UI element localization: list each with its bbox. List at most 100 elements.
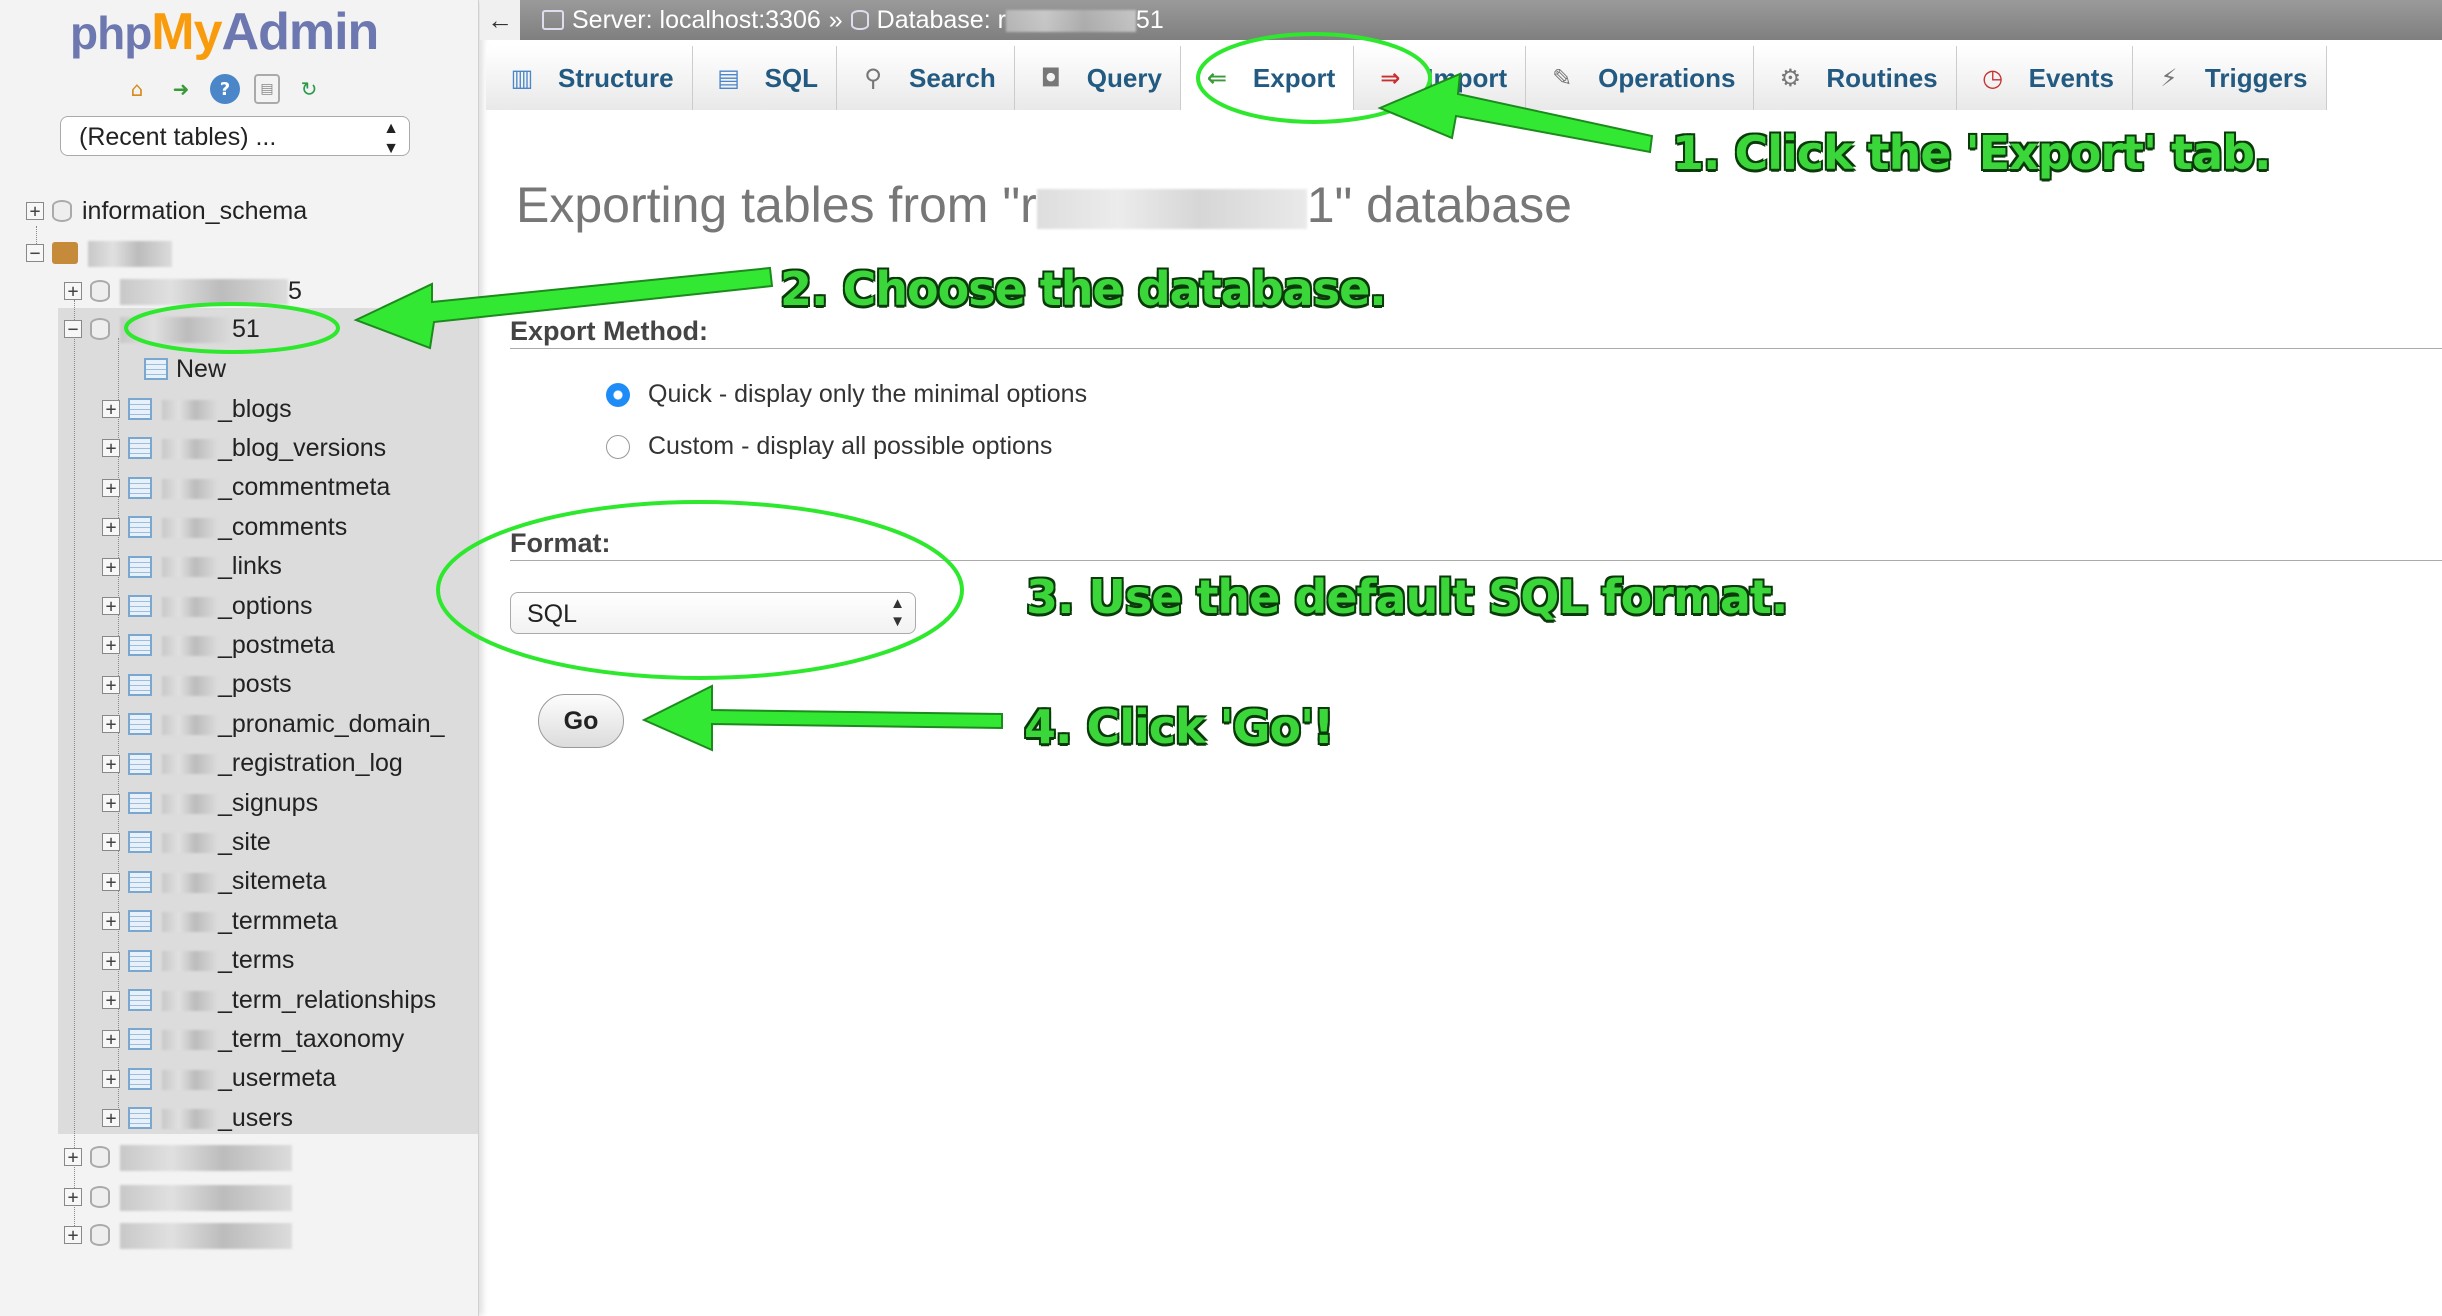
expand-icon[interactable]: + <box>102 951 120 970</box>
expand-icon[interactable]: + <box>64 1188 82 1207</box>
tree-item-table[interactable]: + _term_relationships <box>102 983 436 1017</box>
tree-item-table[interactable]: + _blogs <box>102 392 292 426</box>
tree-item-database[interactable]: + <box>64 1180 292 1214</box>
table-name: _signups <box>218 788 319 817</box>
tab-sql[interactable]: ▤ SQL <box>692 46 838 110</box>
tree-item-table[interactable]: + _postmeta <box>102 628 335 662</box>
expand-icon[interactable]: + <box>102 1069 120 1088</box>
tree-item-table[interactable]: + _signups <box>102 786 318 820</box>
redacted-text <box>1036 188 1307 229</box>
expand-icon[interactable]: + <box>102 597 120 616</box>
expand-icon[interactable]: + <box>102 912 120 931</box>
redacted-text <box>162 833 218 854</box>
expand-icon[interactable]: + <box>64 282 82 301</box>
tree-item-table[interactable]: + _sitemeta <box>102 865 326 899</box>
documentation-icon[interactable]: ▤ <box>254 74 280 104</box>
table-icon <box>128 792 152 814</box>
tab-query[interactable]: ◘ Query <box>1014 46 1181 110</box>
table-icon <box>128 910 152 933</box>
tab-import[interactable]: ⇒ Import <box>1354 46 1527 110</box>
expand-icon[interactable]: + <box>102 1109 120 1128</box>
redacted-text <box>162 912 218 933</box>
expand-icon[interactable]: + <box>102 439 120 458</box>
tab-label: Import <box>1426 62 1508 93</box>
tab-structure[interactable]: ▥ Structure <box>486 46 693 110</box>
tree-item-table[interactable]: + _termmeta <box>102 904 337 938</box>
help-icon[interactable]: ? <box>210 74 240 104</box>
breadcrumb-database[interactable]: Database: r 51 <box>877 0 1164 40</box>
tree-item-table[interactable]: + _site <box>102 825 271 859</box>
table-icon <box>128 673 152 696</box>
expand-icon[interactable]: + <box>26 202 44 221</box>
tree-item-new-table[interactable]: New <box>140 352 226 386</box>
expand-icon[interactable]: + <box>102 478 120 497</box>
expand-icon[interactable]: + <box>64 1226 82 1245</box>
tree-item-database[interactable]: + 5 <box>64 274 302 308</box>
expand-icon[interactable]: + <box>102 991 120 1010</box>
tab-triggers[interactable]: ⚡ Triggers <box>2132 46 2327 110</box>
table-icon <box>128 752 152 775</box>
redacted-text <box>1005 10 1136 33</box>
tree-item-information-schema[interactable]: + information_schema <box>26 194 307 228</box>
expand-icon[interactable]: + <box>102 1030 120 1049</box>
recent-tables-select[interactable]: (Recent tables) ... ▲ ▼ <box>60 116 410 157</box>
custom-radio[interactable] <box>606 434 630 459</box>
phpmyadmin-logo[interactable]: phpMyAdmin <box>70 2 379 62</box>
expand-icon[interactable]: + <box>102 400 120 419</box>
expand-icon[interactable]: + <box>102 636 120 655</box>
expand-icon[interactable]: + <box>64 1148 82 1167</box>
collapse-navigation-button[interactable]: ← <box>480 0 520 40</box>
tree-item-table[interactable]: + _pronamic_domain_ <box>102 707 445 741</box>
tree-item-table[interactable]: + _options <box>102 589 313 623</box>
tree-item-table[interactable]: + _posts <box>102 668 292 702</box>
tab-routines[interactable]: ⚙ Routines <box>1754 46 1957 110</box>
export-icon: ⇐ <box>1206 64 1227 92</box>
expand-icon[interactable]: + <box>102 715 120 734</box>
tree-item-table[interactable]: + _users <box>102 1101 293 1135</box>
tree-item-table[interactable]: + _commentmeta <box>102 471 390 505</box>
redacted-text <box>120 1184 292 1211</box>
tree-item-table[interactable]: + _blog_versions <box>102 431 386 465</box>
tree-item-database[interactable]: + <box>64 1140 292 1174</box>
tree-item-database[interactable]: + <box>64 1218 292 1252</box>
database-icon <box>52 200 72 222</box>
tab-bar: ▥ Structure ▤ SQL ⚲ Search ◘ Query ⇐ Export ⇒ Impor… <box>486 46 2327 110</box>
tab-label: Query <box>1086 62 1162 93</box>
collapse-icon[interactable]: − <box>26 244 44 263</box>
logout-icon[interactable]: ➜ <box>166 74 196 104</box>
tree-item-table[interactable]: + _usermeta <box>102 1062 336 1096</box>
quick-radio[interactable] <box>606 382 630 407</box>
expand-icon[interactable]: + <box>102 557 120 576</box>
tab-search[interactable]: ⚲ Search <box>837 46 1015 110</box>
breadcrumb-server[interactable]: Server: localhost:3306 <box>572 0 821 40</box>
tree-item-table[interactable]: + _registration_log <box>102 747 403 781</box>
tab-operations[interactable]: ✎ Operations <box>1526 46 1755 110</box>
structure-icon: ▥ <box>510 64 534 92</box>
expand-icon[interactable]: + <box>102 754 120 773</box>
expand-icon[interactable]: + <box>102 872 120 891</box>
tab-events[interactable]: ◷ Events <box>1956 46 2133 110</box>
quick-export-option[interactable]: Quick - display only the minimal options <box>606 380 1087 409</box>
tree-item-table[interactable]: + _terms <box>102 944 294 978</box>
tree-item-server-group[interactable]: − <box>26 236 172 270</box>
expand-icon[interactable]: + <box>102 833 120 852</box>
tab-export[interactable]: ⇐ Export <box>1180 46 1355 110</box>
collapse-icon[interactable]: − <box>64 320 82 339</box>
table-name: _users <box>218 1103 294 1132</box>
expand-icon[interactable]: + <box>102 794 120 813</box>
home-icon[interactable]: ⌂ <box>122 74 152 104</box>
expand-icon[interactable]: + <box>102 675 120 694</box>
table-name: _term_taxonomy <box>218 1024 405 1053</box>
format-select[interactable]: SQL ▲ ▼ <box>510 592 916 634</box>
tree-item-table[interactable]: + _comments <box>102 510 347 544</box>
tree-item-table[interactable]: + _term_taxonomy <box>102 1022 404 1056</box>
custom-export-option[interactable]: Custom - display all possible options <box>606 432 1052 461</box>
go-button[interactable]: Go <box>538 694 624 748</box>
reload-icon[interactable]: ↻ <box>294 74 324 104</box>
tree-item-selected-database[interactable]: − 51 <box>64 312 260 346</box>
expand-icon[interactable]: + <box>102 518 120 537</box>
tab-label: Routines <box>1826 62 1938 93</box>
divider <box>510 560 2442 561</box>
tree-item-table[interactable]: + _links <box>102 550 282 584</box>
annotation-step-4: 4. Click 'Go'! <box>1024 700 1334 754</box>
